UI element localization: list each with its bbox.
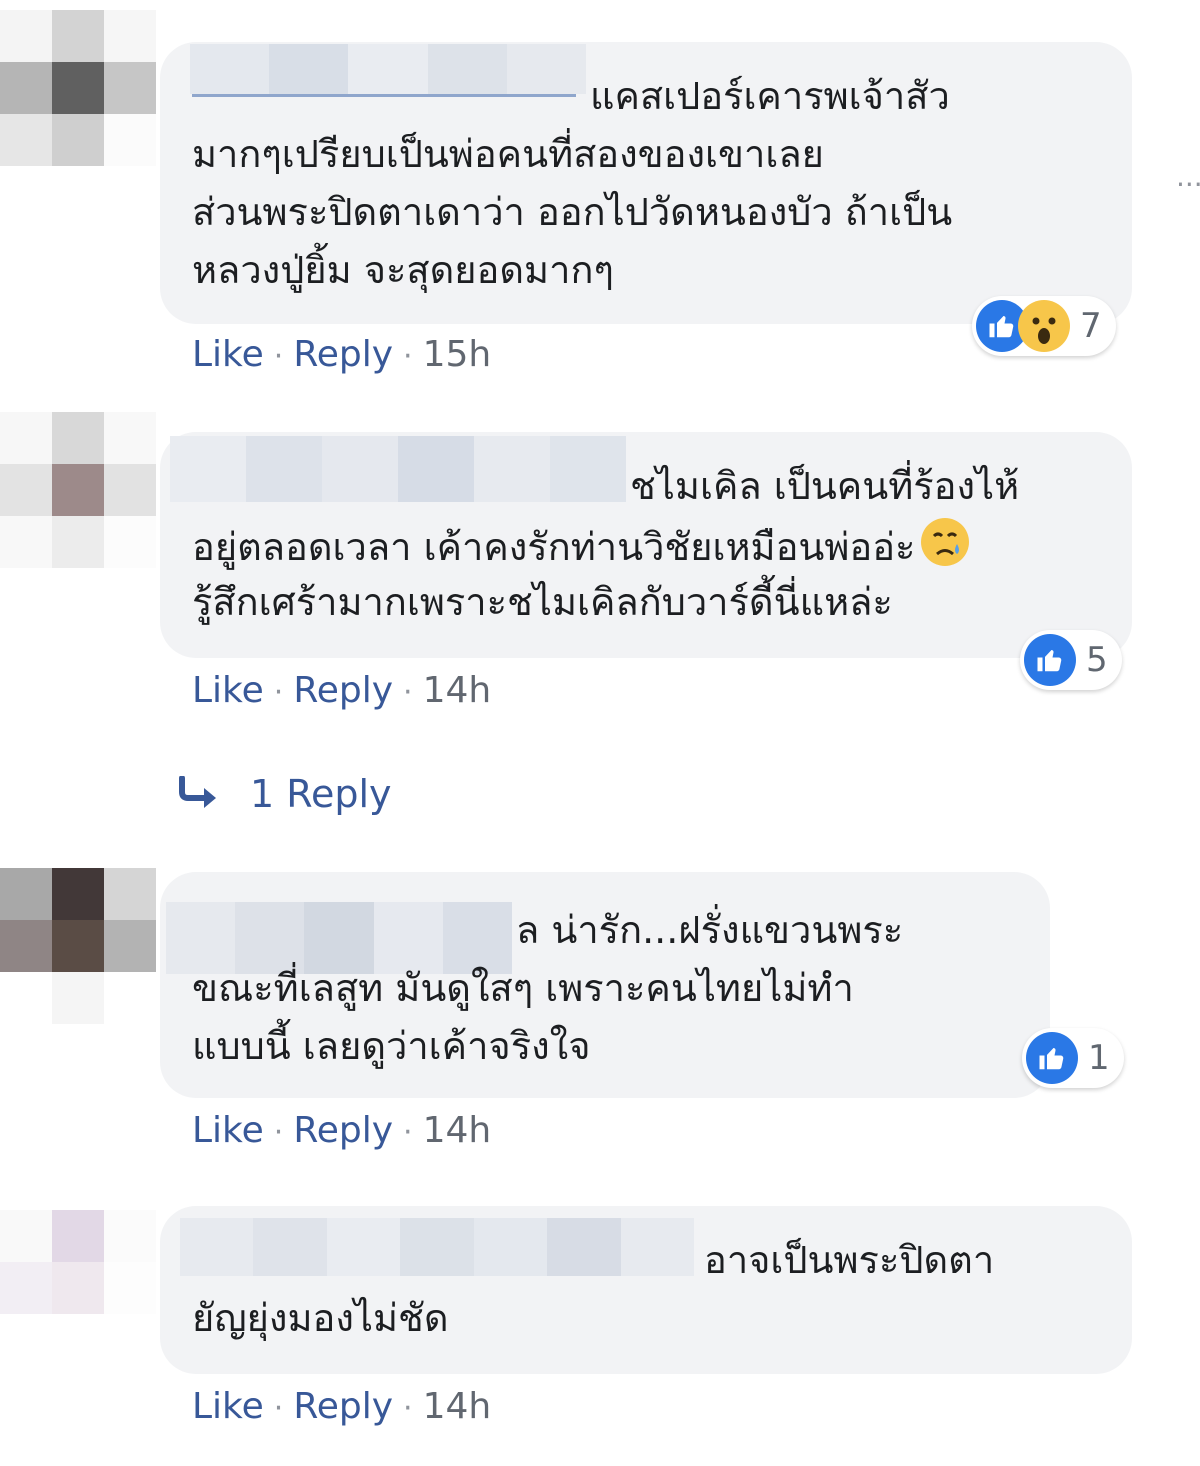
replies-count[interactable]: 1 Reply [250,772,392,816]
comment-text: หลวงปู่ยิ้ม จะสุดยอดมากๆ [192,248,614,292]
comment-text: รู้สึกเศร้ามากเพราะชไมเคิลกับวาร์ดี้นี่แ… [192,580,893,624]
comment-text: ขณะที่เลสูท มันดูใสๆ เพราะคนไทยไม่ทำ [192,966,854,1010]
blurred-author-name[interactable] [180,1218,694,1276]
like-icon [1024,634,1076,686]
like-icon [1026,1032,1078,1084]
comment-actions: Like · Reply · 14h [192,1386,492,1427]
comment-text: อยู่ตลอดเวลา เค้าคงรักท่านวิชัยเหมือนพ่อ… [192,516,971,583]
comment-actions: Like · Reply · 15h [192,334,492,375]
more-options-icon[interactable]: ··· [1176,168,1200,201]
timestamp[interactable]: 15h [423,334,492,375]
comment-text: แคสเปอร์เคารพเจ้าสัว [590,74,950,118]
comment-text: ล น่ารัก...ฝรั่งแขวนพระ [516,908,904,952]
reaction-summary[interactable]: 1 [1022,1028,1124,1088]
avatar[interactable] [0,868,156,1024]
like-link[interactable]: Like [192,334,264,375]
comment-text: ยัญยุ่งมองไม่ชัด [192,1296,449,1340]
timestamp[interactable]: 14h [423,670,492,711]
like-link[interactable]: Like [192,1110,264,1151]
reaction-count: 1 [1088,1038,1110,1078]
comment-text: ชไมเคิล เป็นคนที่ร้องไห้ [630,464,1020,508]
reply-arrow-icon [178,774,220,819]
like-link[interactable]: Like [192,1386,264,1427]
avatar[interactable] [0,1210,156,1366]
like-link[interactable]: Like [192,670,264,711]
comment-text: มากๆเปรียบเป็นพ่อคนที่สองของเขาเลย [192,132,824,176]
blurred-author-name[interactable] [190,44,586,94]
blurred-author-name[interactable] [170,436,626,502]
comment-actions: Like · Reply · 14h [192,1110,492,1151]
avatar[interactable] [0,412,156,568]
reply-link[interactable]: Reply [293,334,393,375]
reaction-count: 7 [1080,306,1102,346]
reply-link[interactable]: Reply [293,670,393,711]
reaction-summary[interactable]: 5 [1020,630,1122,690]
comment-text: อาจเป็นพระปิดตา [704,1238,995,1282]
reply-link[interactable]: Reply [293,1386,393,1427]
comment-actions: Like · Reply · 14h [192,670,492,711]
reply-link[interactable]: Reply [293,1110,393,1151]
wow-icon [1018,300,1070,352]
timestamp[interactable]: 14h [423,1110,492,1151]
reaction-summary[interactable]: 7 [972,296,1116,356]
comment-text: แบบนี้ เลยดูว่าเค้าจริงใจ [192,1024,591,1068]
view-replies-link[interactable]: 1 Reply [178,772,392,819]
author-underline [192,94,576,97]
sad-face-icon [919,516,971,583]
avatar[interactable] [0,10,156,166]
comment-text: ส่วนพระปิดตาเดาว่า ออกไปวัดหนองบัว ถ้าเป… [192,190,953,234]
timestamp[interactable]: 14h [423,1386,492,1427]
reaction-count: 5 [1086,640,1108,680]
